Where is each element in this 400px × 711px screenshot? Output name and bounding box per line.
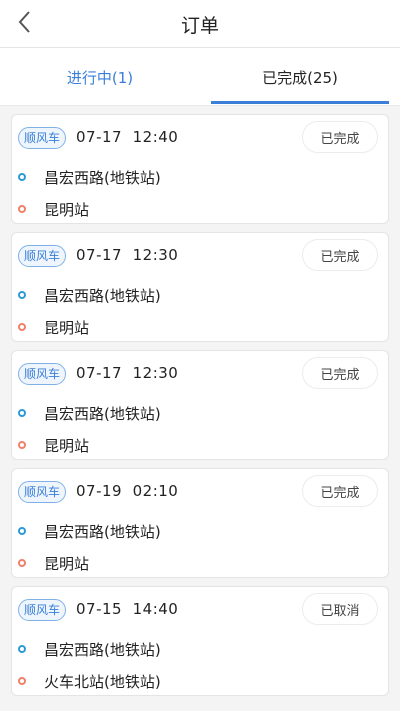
app-header: 订单 [0, 0, 400, 48]
destination-dot-icon [18, 677, 26, 685]
origin-dot-icon [18, 645, 26, 653]
origin-location: 昌宏西路(地铁站) [44, 641, 161, 659]
origin-dot-icon [18, 291, 26, 299]
order-status-button[interactable]: 已完成 [302, 121, 378, 153]
destination-location: 火车北站(地铁站) [44, 673, 161, 691]
order-card[interactable]: 顺风车 07-15 14:40 已取消 昌宏西路(地铁站) 火车北站(地铁站) [11, 586, 389, 696]
order-status-button[interactable]: 已完成 [302, 239, 378, 271]
origin-location: 昌宏西路(地铁站) [44, 405, 161, 423]
order-list: 顺风车 07-17 12:40 已完成 昌宏西路(地铁站) 昆明站 顺风车 07… [0, 106, 400, 711]
order-datetime: 07-19 02:10 [76, 482, 179, 500]
order-card[interactable]: 顺风车 07-19 02:10 已完成 昌宏西路(地铁站) 昆明站 [11, 468, 389, 578]
order-datetime: 07-17 12:30 [76, 246, 179, 264]
order-datetime: 07-17 12:40 [76, 128, 179, 146]
destination-location: 昆明站 [44, 555, 90, 573]
origin-location: 昌宏西路(地铁站) [44, 287, 161, 305]
page-title: 订单 [180, 15, 219, 37]
order-status-button[interactable]: 已取消 [302, 593, 378, 625]
order-status-button[interactable]: 已完成 [302, 357, 378, 389]
origin-dot-icon [18, 409, 26, 417]
tab-completed[interactable]: 已完成(25) [200, 48, 400, 106]
order-datetime: 07-15 14:40 [76, 600, 179, 618]
origin-dot-icon [18, 173, 26, 181]
active-tab-indicator [211, 101, 389, 104]
tab-in-progress[interactable]: 进行中(1) [0, 48, 200, 106]
ride-type-badge: 顺风车 [18, 127, 67, 149]
order-status-button[interactable]: 已完成 [302, 475, 378, 507]
destination-location: 昆明站 [44, 437, 90, 455]
destination-location: 昆明站 [44, 319, 90, 337]
ride-type-badge: 顺风车 [18, 481, 67, 503]
origin-location: 昌宏西路(地铁站) [44, 523, 161, 541]
destination-dot-icon [18, 559, 26, 567]
ride-type-badge: 顺风车 [18, 245, 67, 267]
order-tabs: 进行中(1) 已完成(25) [0, 48, 400, 106]
destination-dot-icon [18, 441, 26, 449]
order-card[interactable]: 顺风车 07-17 12:30 已完成 昌宏西路(地铁站) 昆明站 [11, 232, 389, 342]
destination-location: 昆明站 [44, 201, 90, 219]
order-card[interactable]: 顺风车 07-17 12:40 已完成 昌宏西路(地铁站) 昆明站 [11, 114, 389, 224]
destination-dot-icon [18, 323, 26, 331]
ride-type-badge: 顺风车 [18, 363, 67, 385]
ride-type-badge: 顺风车 [18, 599, 67, 621]
destination-dot-icon [18, 205, 26, 213]
order-datetime: 07-17 12:30 [76, 364, 179, 382]
origin-dot-icon [18, 527, 26, 535]
order-card[interactable]: 顺风车 07-17 12:30 已完成 昌宏西路(地铁站) 昆明站 [11, 350, 389, 460]
origin-location: 昌宏西路(地铁站) [44, 169, 161, 187]
